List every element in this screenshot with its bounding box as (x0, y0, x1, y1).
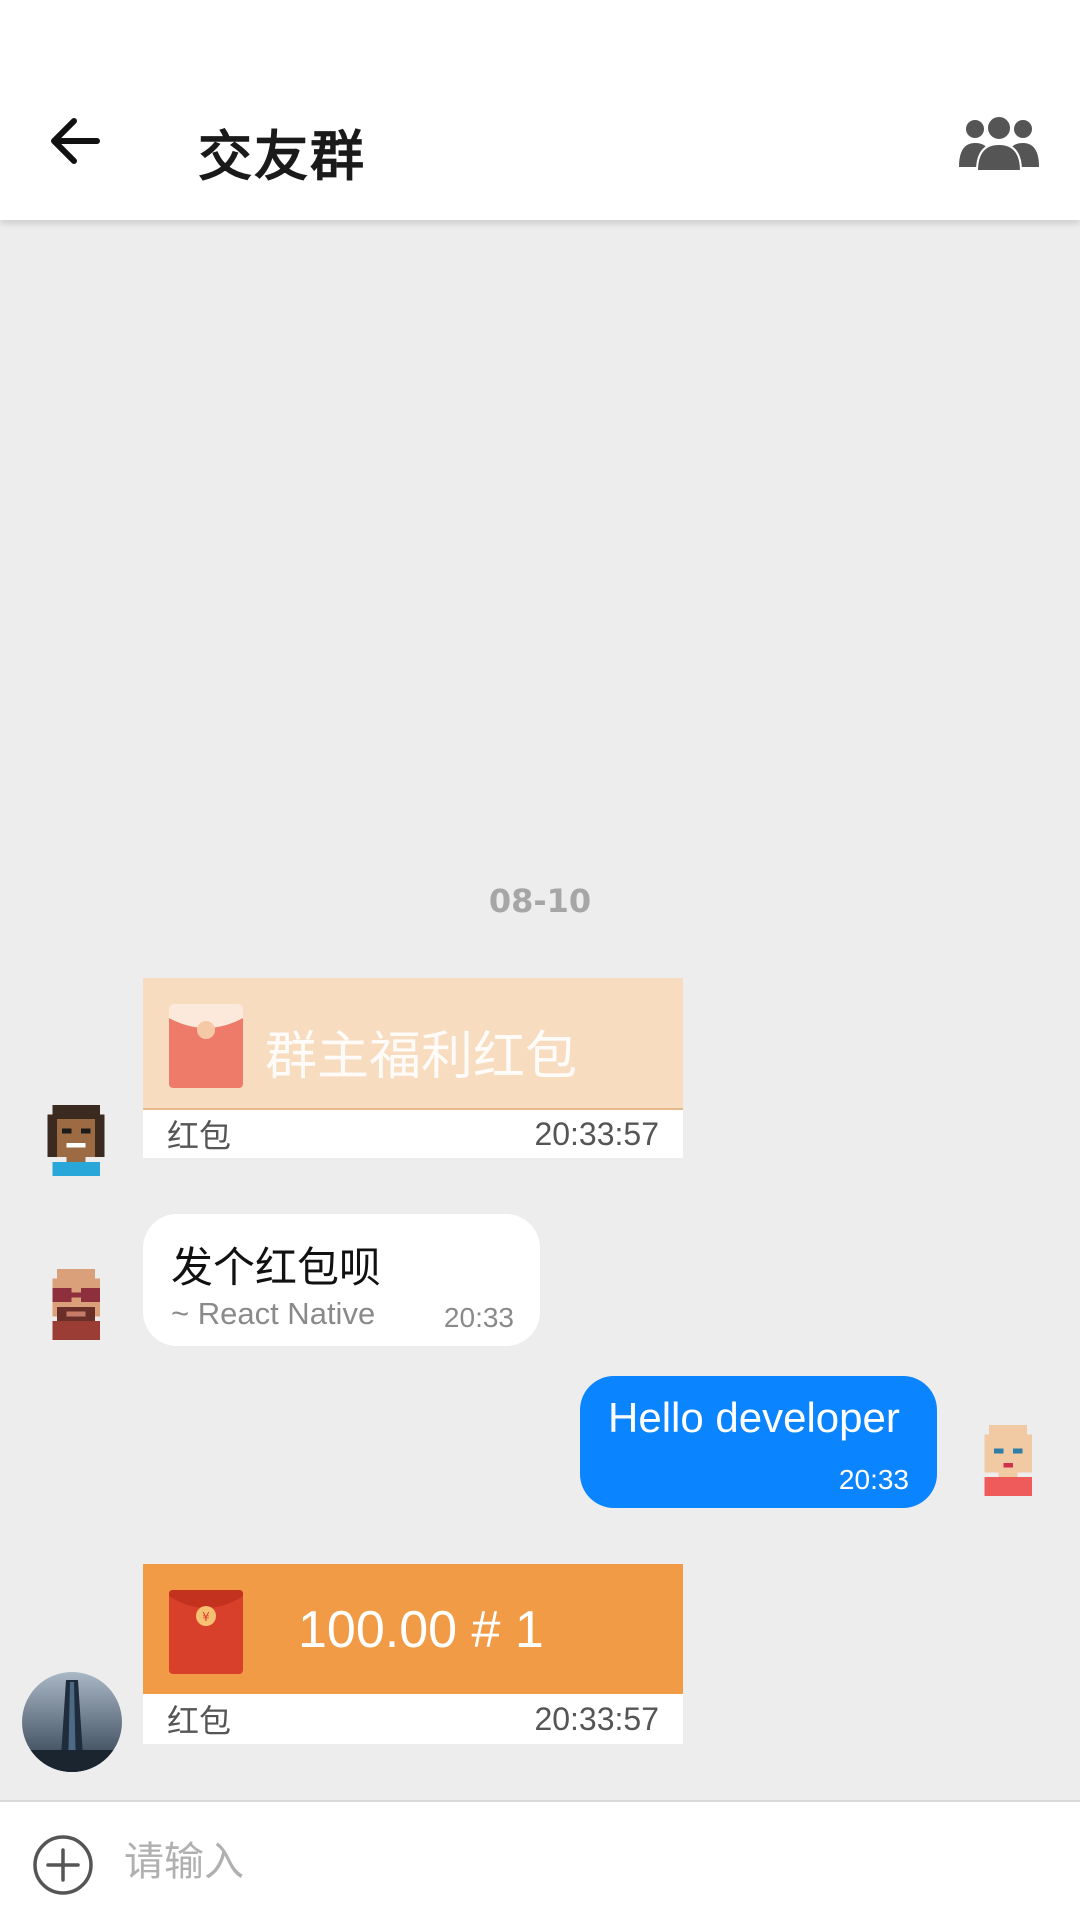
svg-text:¥: ¥ (202, 1610, 210, 1624)
avatar[interactable] (38, 1100, 114, 1176)
avatar[interactable] (22, 1672, 122, 1772)
red-packet-label: 红包 (167, 1702, 232, 1740)
group-members-button[interactable] (954, 108, 1044, 178)
date-divider: 08-10 (488, 882, 592, 920)
composer-bar (0, 1800, 1080, 1920)
pixel-avatar-bald (984, 1424, 1032, 1496)
pixel-avatar-sunglasses (52, 1268, 100, 1340)
red-envelope-open-icon (169, 1004, 243, 1088)
plus-circle-icon (33, 1835, 93, 1895)
red-packet-body: ¥ 100.00 # 1 (143, 1564, 683, 1694)
red-envelope-icon: ¥ (169, 1590, 243, 1674)
chat-bubble-outgoing[interactable]: Hello developer 20:33 (580, 1376, 937, 1508)
message-text: Hello developer (608, 1394, 900, 1441)
red-packet-footer: 红包 20:33:57 (143, 1108, 683, 1158)
top-bar: 交友群 (0, 0, 1080, 220)
message-text: 发个红包呗 (171, 1243, 382, 1292)
red-packet-body: 群主福利红包 (143, 978, 683, 1108)
back-button[interactable] (44, 110, 106, 172)
photo-avatar-tower (22, 1672, 122, 1772)
message-time: 20:33:57 (534, 1700, 659, 1737)
attach-button[interactable] (32, 1834, 94, 1896)
red-packet-message[interactable]: ¥ 100.00 # 1 红包 20:33:57 (143, 1564, 683, 1744)
arrow-left-icon (51, 118, 100, 164)
message-sender: ~ React Native (171, 1296, 376, 1331)
message-time: 20:33 (838, 1464, 909, 1495)
avatar[interactable] (38, 1264, 114, 1340)
message-time: 20:33 (443, 1302, 514, 1333)
red-packet-label: 红包 (167, 1117, 232, 1155)
red-packet-message[interactable]: 群主福利红包 红包 20:33:57 (143, 978, 683, 1158)
avatar[interactable] (970, 1420, 1046, 1496)
red-packet-title: 群主福利红包 (265, 1027, 578, 1087)
message-input[interactable] (124, 1820, 1024, 1904)
page-title: 交友群 (198, 125, 366, 188)
chat-bubble-incoming[interactable]: 发个红包呗 ~ React Native 20:33 (143, 1214, 540, 1346)
red-packet-footer: 红包 20:33:57 (143, 1694, 683, 1744)
red-packet-amount: 100.00 # 1 (298, 1601, 544, 1659)
message-time: 20:33:57 (534, 1115, 659, 1152)
pixel-avatar-girl (47, 1104, 105, 1176)
group-icon (959, 115, 1039, 171)
